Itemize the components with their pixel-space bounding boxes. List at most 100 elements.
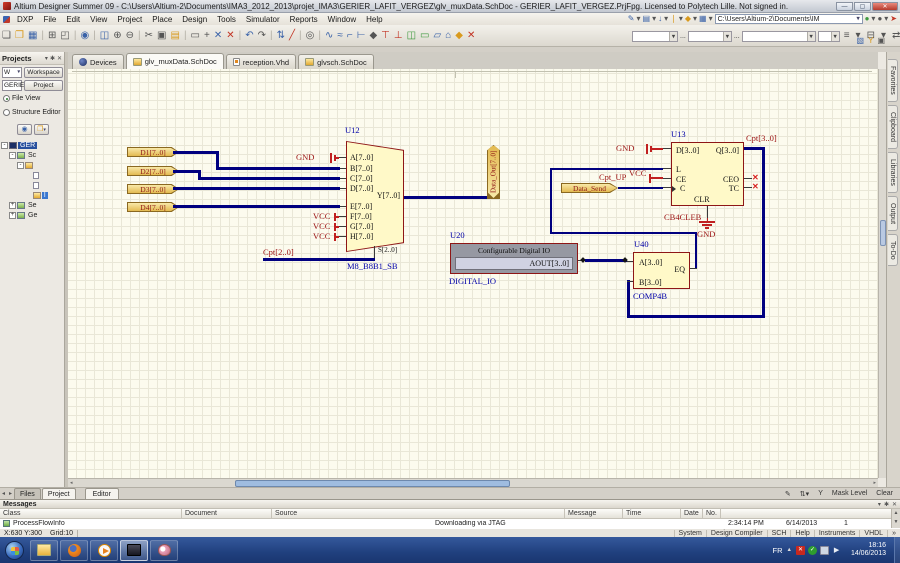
project-combo[interactable]: GERIE▾ bbox=[2, 80, 22, 91]
bus-d1[interactable] bbox=[216, 167, 340, 170]
statusbar-sch[interactable]: SCH bbox=[767, 530, 791, 537]
chevron-down-icon[interactable]: ▾ bbox=[878, 501, 881, 508]
menu-edit[interactable]: Edit bbox=[61, 15, 85, 24]
separator[interactable]: | bbox=[39, 28, 46, 44]
dropdown-arrow-icon[interactable]: ▾ bbox=[708, 14, 714, 24]
y-filter-icon[interactable]: Y bbox=[867, 36, 874, 46]
open-folder-button[interactable]: ❐▾ bbox=[34, 124, 49, 135]
scroll-left-icon[interactable]: ◂ bbox=[68, 480, 75, 486]
workspace-button[interactable]: Workspace bbox=[24, 67, 63, 78]
place-bus-entry-icon[interactable]: ⌐ bbox=[345, 28, 355, 44]
wire-eq-to-l[interactable] bbox=[550, 168, 552, 234]
close-button[interactable]: ✕ bbox=[872, 2, 898, 11]
tree-item-document[interactable] bbox=[0, 170, 64, 180]
chevron-down-icon[interactable]: ▾ bbox=[807, 32, 815, 41]
tray-network-icon[interactable] bbox=[808, 546, 817, 555]
panel-tab-output[interactable]: Output bbox=[888, 196, 898, 231]
place-vcc-icon[interactable]: ⊤ bbox=[379, 28, 392, 44]
separator[interactable]: | bbox=[316, 28, 323, 44]
message-row[interactable]: ProcessFlowInfo Downloading via JTAG 2:3… bbox=[0, 519, 900, 528]
statusbar-more[interactable]: » bbox=[887, 530, 900, 537]
align-icon[interactable]: ≡ bbox=[842, 28, 852, 44]
menu-dxp[interactable]: DXP bbox=[12, 15, 38, 24]
port-data-send[interactable]: Data_Send bbox=[561, 183, 618, 193]
menu-tools[interactable]: Tools bbox=[212, 15, 241, 24]
snapshot-icon[interactable]: ▣ bbox=[876, 36, 886, 46]
maximize-button[interactable]: ▢ bbox=[854, 2, 871, 11]
annotate-icon[interactable]: ╱ bbox=[287, 28, 297, 44]
menu-place[interactable]: Place bbox=[147, 15, 177, 24]
tab-devices[interactable]: Devices bbox=[72, 54, 124, 69]
no-erc-icon[interactable]: ✕ bbox=[465, 28, 477, 44]
deselect-icon[interactable]: ✕ bbox=[212, 28, 224, 44]
messages-scrollbar[interactable]: ▲▼ bbox=[891, 509, 900, 528]
workspace-combo[interactable]: W▾ bbox=[2, 67, 22, 78]
filter-combo-4[interactable]: ▾ bbox=[818, 31, 840, 42]
place-port-icon[interactable]: ⌂ bbox=[443, 28, 453, 44]
net-label-cpt2[interactable]: Cpt[2..0] bbox=[263, 248, 294, 257]
schematic-canvas[interactable]: U12 A[7..0] B[7..0] C[7..0] D[7..0] E[7.… bbox=[68, 69, 878, 478]
place-net-label-icon[interactable]: ⊢ bbox=[355, 28, 368, 44]
bus-d4[interactable] bbox=[173, 205, 340, 208]
chevron-down-icon[interactable]: ▾ bbox=[669, 32, 677, 41]
process-forward-icon[interactable]: ● bbox=[864, 14, 871, 24]
statusbar-vhdl[interactable]: VHDL bbox=[859, 530, 887, 537]
port-d2[interactable]: D2[7..0] bbox=[127, 166, 179, 176]
gnd-earth-label[interactable]: GND bbox=[697, 230, 715, 239]
vertical-scrollbar[interactable] bbox=[878, 69, 886, 478]
no-erc-marker-ceo[interactable]: ✕ bbox=[752, 174, 759, 182]
select-rect-icon[interactable]: ▭ bbox=[189, 28, 202, 44]
clear-filter-icon[interactable]: ✕ bbox=[224, 28, 236, 44]
start-button[interactable] bbox=[5, 541, 24, 560]
u20-comment[interactable]: DIGITAL_IO bbox=[449, 277, 496, 286]
separator[interactable]: | bbox=[268, 28, 275, 44]
menu-window[interactable]: Window bbox=[323, 15, 361, 24]
clear-button[interactable]: Clear bbox=[873, 490, 896, 497]
u12-comment[interactable]: M8_B8B1_SB bbox=[347, 262, 398, 271]
navigator-icon[interactable]: ➤ bbox=[889, 14, 898, 24]
statusbar-system[interactable]: System bbox=[674, 530, 706, 537]
scroll-right-icon[interactable]: ▸ bbox=[871, 480, 878, 486]
process-back-icon[interactable]: ● bbox=[876, 14, 883, 24]
bus-d2[interactable] bbox=[173, 170, 201, 173]
chevron-down-icon[interactable]: ▾ bbox=[723, 32, 731, 41]
panel-tab-libraries[interactable]: Libraries bbox=[888, 152, 898, 193]
port-data-out[interactable]: Data_Out[7..0] bbox=[487, 145, 500, 199]
place-sheet-entry-icon[interactable]: ▱ bbox=[432, 28, 444, 44]
structure-editor-radio[interactable]: Structure Editor bbox=[3, 109, 63, 116]
port-d4[interactable]: D4[7..0] bbox=[127, 202, 179, 212]
separator[interactable]: | bbox=[297, 28, 304, 44]
separator[interactable]: | bbox=[91, 28, 98, 44]
close-panel-icon[interactable]: ✕ bbox=[892, 501, 897, 508]
u20-component-body[interactable]: Configurable Digital IO AOUT[3..0] bbox=[450, 243, 578, 274]
panel-tab-files[interactable]: Files bbox=[14, 488, 41, 499]
place-bus-icon[interactable]: ≈ bbox=[335, 28, 345, 44]
u40-component-body[interactable]: A[3..0] B[3..0] EQ bbox=[633, 252, 690, 289]
menu-view[interactable]: View bbox=[85, 15, 112, 24]
sort-icon[interactable]: ⇅▾ bbox=[797, 490, 812, 498]
taskbar-media-player-button[interactable] bbox=[90, 540, 118, 561]
column-header[interactable]: Message bbox=[565, 509, 623, 518]
bus-cpt2[interactable] bbox=[263, 258, 375, 261]
gnd-power-label-u13[interactable]: GND bbox=[616, 144, 634, 153]
port-d1[interactable]: D1[7..0] bbox=[127, 147, 179, 157]
place-directive-icon[interactable]: ◆ bbox=[453, 28, 465, 44]
horizontal-scrollbar-thumb[interactable] bbox=[235, 480, 510, 487]
print-icon[interactable]: ⊞ bbox=[46, 28, 58, 44]
panel-tab-project[interactable]: Project bbox=[42, 488, 76, 499]
port-d3[interactable]: D3[7..0] bbox=[127, 184, 179, 194]
vcc-power-label-f[interactable]: VCC bbox=[313, 212, 330, 221]
statusbar-design-compiler[interactable]: Design Compiler bbox=[706, 530, 767, 537]
filter-combo-2[interactable]: ▾ bbox=[688, 31, 732, 42]
wire-eq-to-l[interactable] bbox=[550, 232, 697, 234]
show-hidden-icons-button[interactable]: ▲ bbox=[787, 547, 792, 553]
pin-icon[interactable]: ✱ bbox=[884, 501, 889, 508]
tray-window-icon[interactable] bbox=[820, 546, 829, 555]
wire-eq-to-l[interactable] bbox=[695, 232, 697, 269]
u40-comment[interactable]: COMP4B bbox=[633, 292, 667, 301]
taskbar-explorer-button[interactable] bbox=[30, 540, 58, 561]
bus-d2[interactable] bbox=[198, 177, 340, 180]
bus-q-to-b[interactable] bbox=[762, 147, 765, 318]
cut-icon[interactable]: ✂ bbox=[143, 28, 155, 44]
mask-level-button[interactable]: Mask Level bbox=[829, 490, 870, 497]
